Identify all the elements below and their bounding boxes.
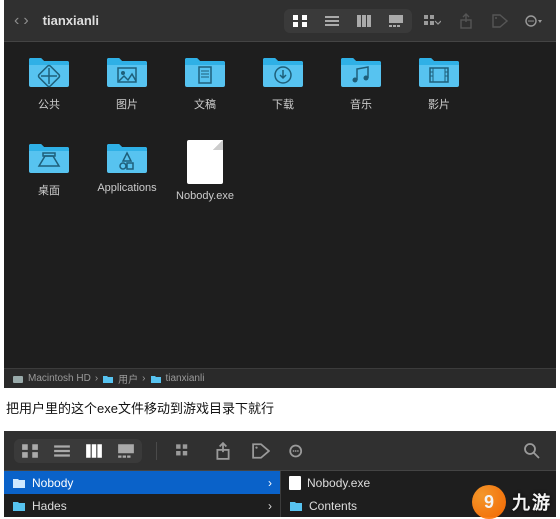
view-columns-icon[interactable] [78, 439, 110, 463]
view-icon-grid[interactable] [14, 439, 46, 463]
folder-item[interactable]: 公共 [10, 54, 88, 140]
caption-text: 把用户里的这个exe文件移动到游戏目录下就行 [0, 388, 560, 431]
view-list-icon[interactable] [46, 439, 78, 463]
toolbar [4, 431, 556, 471]
folder-icon [339, 54, 383, 90]
folder-item[interactable]: 桌面 [10, 140, 88, 226]
folder-icon [27, 54, 71, 90]
icon-grid: 公共 图片 文稿 下载 音乐 影片桌面 Applications Nobody.exe [4, 42, 556, 238]
file-item[interactable]: Nobody.exe [166, 140, 244, 226]
toolbar: ‹ › tianxianli [4, 0, 556, 42]
folder-icon [261, 54, 305, 90]
row-label: Nobody [32, 476, 73, 490]
folder-icon [417, 54, 461, 90]
path-bar: Macintosh HD › 用户 › tianxianli [4, 368, 556, 388]
breadcrumb-item[interactable]: Macintosh HD [12, 373, 91, 384]
view-columns-icon[interactable] [348, 9, 380, 33]
arrange-button[interactable] [418, 9, 446, 33]
column-left: Nobody › Hades › [4, 471, 280, 517]
tag-button[interactable] [486, 9, 514, 33]
folder-icon [105, 140, 149, 176]
folder-item[interactable]: 图片 [88, 54, 166, 140]
file-icon [187, 140, 223, 184]
more-button[interactable] [520, 9, 548, 33]
folder-icon [105, 54, 149, 90]
breadcrumb-item[interactable]: 用户 [102, 371, 138, 386]
row-label: Nobody.exe [307, 476, 370, 490]
window-title: tianxianli [43, 13, 99, 28]
file-icon [289, 476, 301, 490]
finder-window-target: Nobody›Hades› Nobody.exeContents› 9 九游 [4, 431, 556, 517]
column-row[interactable]: Nobody › [4, 471, 280, 494]
folder-icon [27, 140, 71, 176]
share-button[interactable] [452, 9, 480, 33]
folder-item[interactable]: 文稿 [166, 54, 244, 140]
chevron-right-icon: › [142, 373, 145, 384]
chevron-right-icon: › [268, 476, 272, 490]
view-mode-segment [284, 9, 412, 33]
view-mode-segment [14, 439, 142, 463]
item-label: Applications [97, 182, 156, 194]
share-button[interactable] [209, 439, 237, 463]
chevron-right-icon: › [95, 373, 98, 384]
tag-button[interactable] [247, 439, 275, 463]
breadcrumb-item[interactable]: tianxianli [150, 373, 205, 384]
row-label: Hades [32, 499, 67, 513]
watermark-brand: 九游 [512, 489, 552, 515]
item-label: 桌面 [38, 182, 60, 198]
view-list-icon[interactable] [316, 9, 348, 33]
view-icon-grid[interactable] [284, 9, 316, 33]
view-gallery-icon[interactable] [380, 9, 412, 33]
row-label: Contents [309, 499, 357, 513]
folder-item[interactable]: 下载 [244, 54, 322, 140]
item-label: 文稿 [194, 96, 216, 112]
chevron-right-icon: › [268, 499, 272, 513]
item-label: 下载 [272, 96, 294, 112]
item-label: 影片 [428, 96, 450, 112]
arrange-button[interactable] [171, 439, 199, 463]
folder-icon [183, 54, 227, 90]
forward-button[interactable]: › [23, 12, 28, 30]
finder-window-home: ‹ › tianxianli [4, 0, 556, 388]
folder-item[interactable]: 音乐 [322, 54, 400, 140]
item-label: 公共 [38, 96, 60, 112]
folder-item[interactable]: 影片 [400, 54, 478, 140]
item-label: 图片 [116, 96, 138, 112]
more-button[interactable] [285, 439, 313, 463]
view-gallery-icon[interactable] [110, 439, 142, 463]
back-button[interactable]: ‹ [14, 12, 19, 30]
item-label: Nobody.exe [176, 190, 234, 202]
item-label: 音乐 [350, 96, 372, 112]
search-button[interactable] [518, 439, 546, 463]
folder-item[interactable]: Applications [88, 140, 166, 226]
